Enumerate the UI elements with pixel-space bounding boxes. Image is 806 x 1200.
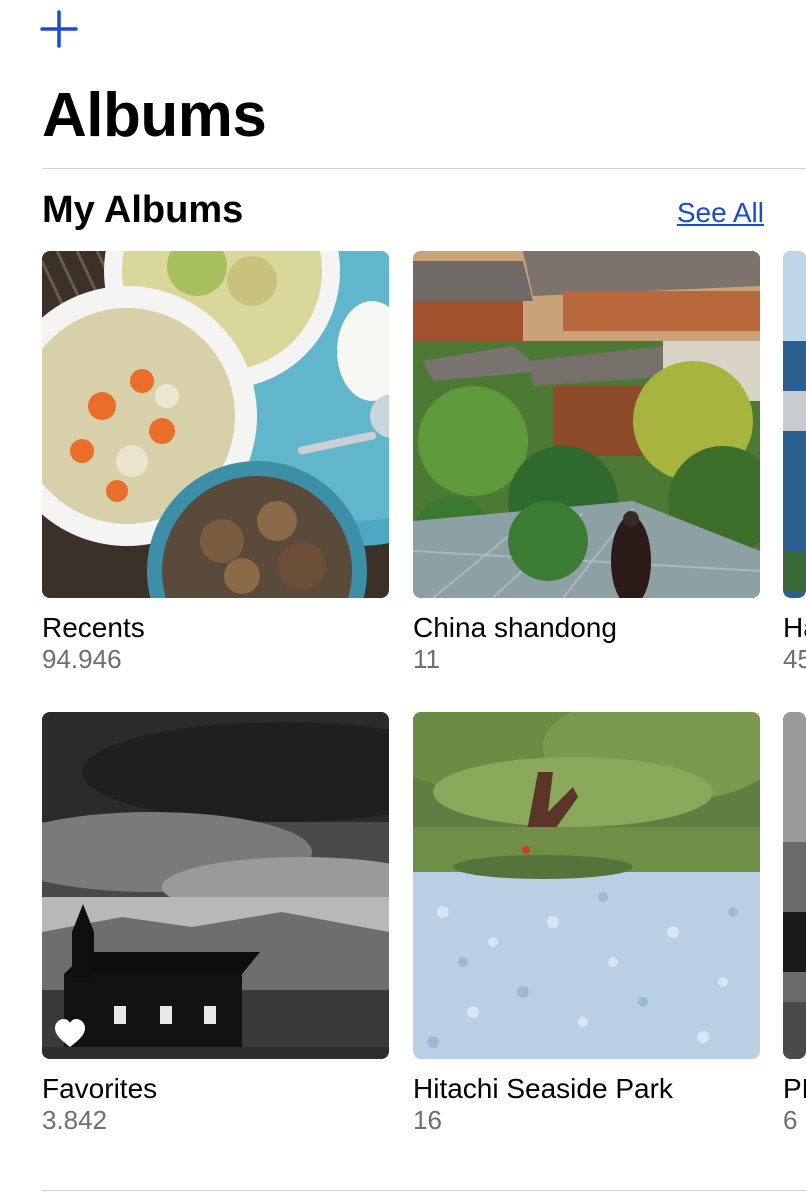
section-divider	[42, 1190, 806, 1191]
album-name: China shandong	[413, 612, 617, 643]
album-name: Hitachi Seaside Park	[413, 1073, 673, 1104]
album-count: 45	[783, 644, 806, 674]
album-name: Favorites	[42, 1073, 158, 1104]
plus-icon	[40, 10, 78, 48]
album-count: 6	[783, 1105, 798, 1135]
album-thumbnail	[42, 712, 389, 1059]
album-name: Ha	[783, 612, 806, 643]
add-album-button[interactable]	[38, 8, 80, 50]
album-name: PF	[783, 1073, 806, 1104]
page-title: Albums	[42, 81, 267, 150]
album-thumbnail	[413, 251, 760, 598]
see-all-link[interactable]: See All	[677, 195, 764, 231]
album-count: 11	[413, 644, 440, 674]
album-thumbnail	[413, 712, 760, 1059]
section-title-my-albums: My Albums	[42, 189, 244, 231]
album-count: 94.946	[42, 644, 122, 674]
album-count: 16	[413, 1105, 442, 1135]
album-thumbnail	[783, 712, 806, 1059]
album-thumbnail	[42, 251, 389, 598]
album-thumbnail	[783, 251, 806, 598]
heart-icon	[55, 1019, 85, 1047]
header-divider	[42, 168, 806, 169]
album-name: Recents	[42, 612, 145, 643]
album-count: 3.842	[42, 1105, 108, 1135]
